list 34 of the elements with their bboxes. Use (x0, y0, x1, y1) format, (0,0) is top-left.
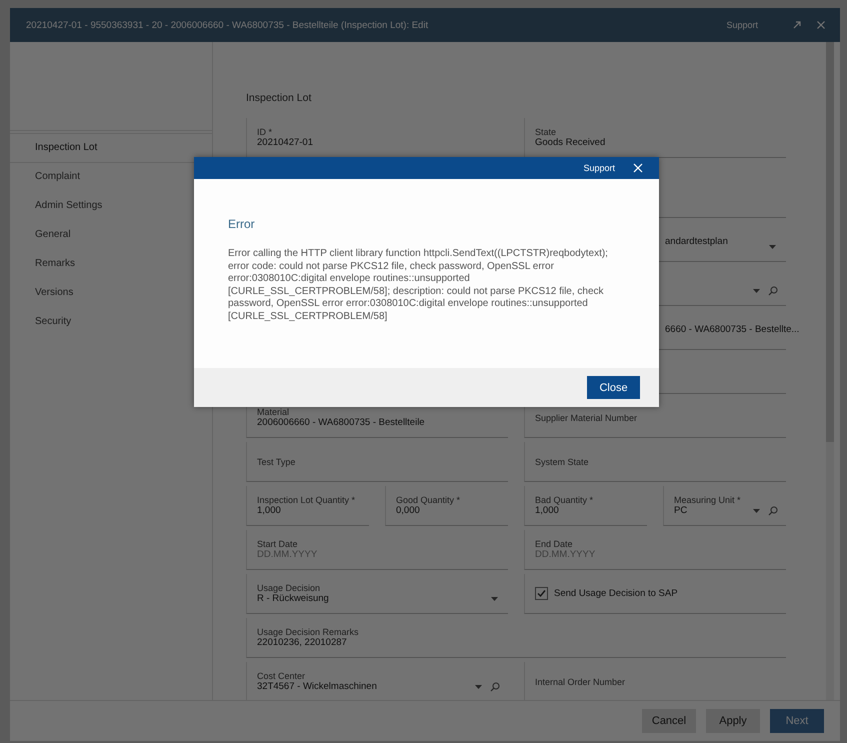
section-title: Inspection Lot (246, 92, 312, 106)
close-icon[interactable] (633, 163, 643, 173)
input-field[interactable]: System State (524, 442, 786, 482)
caret-icon[interactable] (769, 245, 776, 249)
next-button[interactable]: Next (770, 709, 824, 733)
footer-button[interactable]: Apply (706, 709, 760, 733)
search-icon[interactable] (490, 682, 500, 692)
dropdown-field[interactable]: Usage Decision R - Rückweisung (246, 574, 508, 614)
expand-icon[interactable] (792, 20, 802, 30)
footer-button[interactable]: Cancel (642, 709, 696, 733)
dialog-source: Support (583, 163, 615, 173)
search-icon[interactable] (768, 286, 778, 296)
input-field[interactable]: Inspection Lot Quantity * 1,000 (246, 486, 369, 526)
sidebar-item[interactable]: Inspection Lot (10, 133, 212, 163)
close-button[interactable]: Close (587, 376, 640, 399)
caret-icon[interactable] (753, 289, 760, 293)
input-field[interactable]: Cost Center 32T4567 - Wickelmaschinen (246, 662, 508, 700)
checkbox-icon[interactable] (535, 587, 548, 600)
caret-icon[interactable] (475, 685, 482, 689)
search-icon[interactable] (768, 506, 778, 516)
checkbox[interactable]: Send Usage Decision to SAP (524, 574, 786, 614)
input-field[interactable]: Bad Quantity * 1,000 (524, 486, 647, 526)
window-title: 20210427-01 - 9550363931 - 20 - 2006006660 - WA6800735 - Bestellteile (Inspection Lot): Edit (26, 20, 430, 30)
input-field[interactable]: Test Type (246, 442, 508, 482)
input-field[interactable]: Internal Order Number (524, 662, 786, 700)
caret-icon[interactable] (491, 597, 498, 601)
input-field[interactable]: Usage Decision Remarks 22010236, 22010287 (246, 618, 786, 658)
scrollbar[interactable] (826, 42, 834, 700)
input-field[interactable]: Good Quantity * 0,000 (385, 486, 508, 526)
support-link[interactable]: Support (726, 20, 758, 30)
error-message: Error calling the HTTP client library function httpcli.SendText((LPCTSTR)reqbodytext); error code: could not parse PKCS12 file, check password, OpenSSL error error:0308010C:digital envelope routines::unsupported [CURLE_SSL_CERTPROBLEM/58]; description: could not parse PKCS12 file, check password, OpenSSL error error:0308010C:digital envelope routines::unsupported [CURLE_SSL_CERTPROBLEM/58] (228, 248, 609, 323)
caret-icon[interactable] (753, 509, 760, 513)
dialog-heading: Error (228, 217, 256, 231)
input-field[interactable]: Measuring Unit * PC (663, 486, 786, 526)
